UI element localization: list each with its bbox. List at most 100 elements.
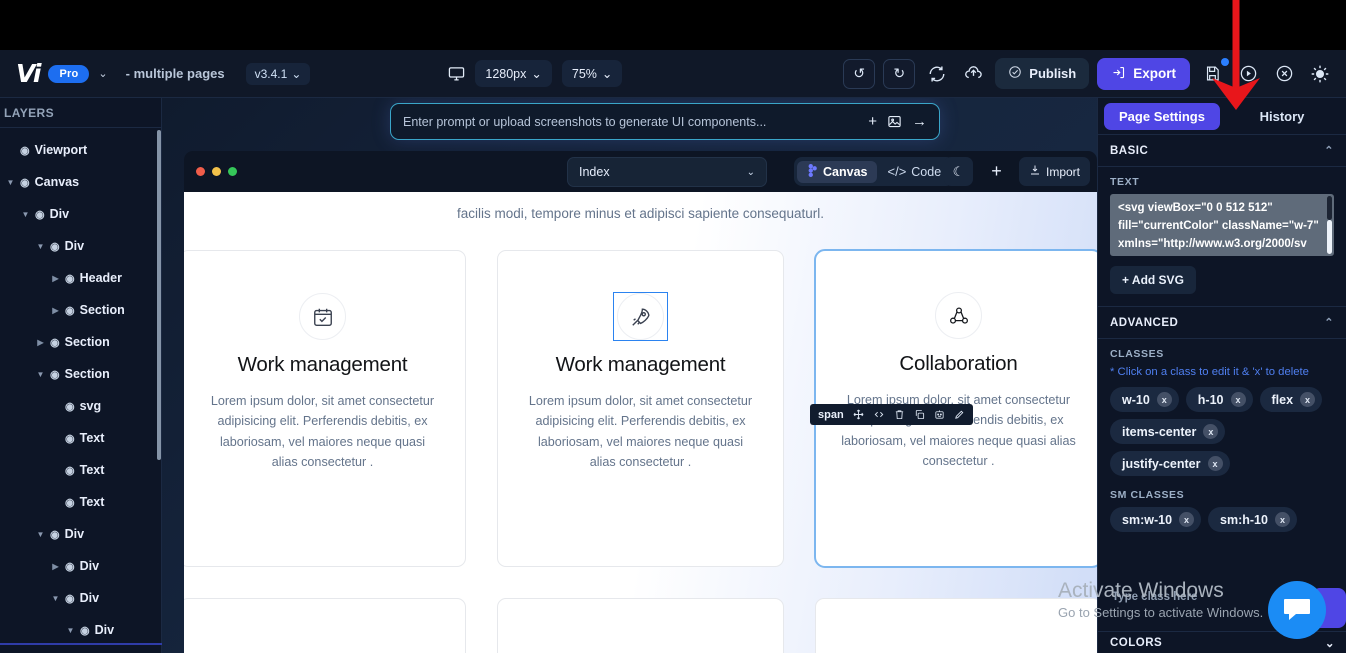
collaboration-icon[interactable] (935, 292, 982, 339)
edit-pencil-icon[interactable] (954, 409, 965, 420)
page-select[interactable]: Index ⌄ (567, 157, 767, 187)
layer-item-div[interactable]: ▼ ◉ Div (0, 518, 161, 550)
layer-item-svg[interactable]: ◉ svg (0, 390, 161, 422)
ai-robot-icon[interactable] (934, 409, 945, 420)
layer-item-text[interactable]: ◉ Text (0, 486, 161, 518)
chevron-down-icon[interactable]: ▼ (36, 242, 45, 251)
eye-icon[interactable]: ◉ (35, 208, 45, 221)
feature-card[interactable]: Work management Lorem ipsum dolor, sit am… (184, 250, 466, 567)
chevron-down-icon[interactable]: ▼ (51, 594, 60, 603)
trash-icon[interactable] (894, 409, 905, 420)
layer-item-div[interactable]: ▼ ◉ Div (0, 198, 161, 230)
section-advanced-header[interactable]: ADVANCED ⌃ (1098, 306, 1346, 339)
chevron-down-icon[interactable]: ⌄ (98, 67, 107, 80)
theme-sun-icon[interactable] (1306, 60, 1334, 88)
layer-item-canvas[interactable]: ▼ ◉ Canvas (0, 166, 161, 198)
eye-icon[interactable]: ◉ (65, 464, 75, 477)
image-icon[interactable] (887, 114, 902, 129)
prompt-input-bar[interactable]: Enter prompt or upload screenshots to ge… (390, 103, 940, 140)
dark-mode-toggle[interactable]: ☾ (944, 157, 973, 186)
chevron-down-icon[interactable]: ▼ (21, 210, 30, 219)
feature-card-placeholder[interactable] (815, 598, 1097, 653)
eye-icon[interactable]: ◉ (65, 496, 75, 509)
feature-card[interactable]: Work management Lorem ipsum dolor, sit am… (497, 250, 784, 567)
feature-card-placeholder[interactable] (184, 598, 466, 653)
copy-icon[interactable] (914, 409, 925, 420)
tab-code[interactable]: </> Code (877, 161, 951, 182)
class-chip[interactable]: w-10 x (1110, 387, 1179, 412)
class-chip[interactable]: justify-center x (1110, 451, 1230, 476)
type-class-input[interactable]: Type class here (1112, 591, 1234, 610)
eye-icon[interactable]: ◉ (50, 240, 60, 253)
class-chip[interactable]: flex x (1259, 387, 1323, 412)
add-svg-button[interactable]: + Add SVG (1110, 266, 1196, 294)
remove-class-icon[interactable]: x (1179, 512, 1195, 527)
layer-item-section[interactable]: ▼ ◉ Section (0, 358, 161, 390)
monitor-icon[interactable] (448, 65, 465, 82)
layer-item-div[interactable]: ▶ ◉ Div (0, 550, 161, 582)
sm-class-chip[interactable]: sm:h-10 x (1208, 507, 1297, 532)
layer-item-div[interactable]: ▼ ◉ Div (0, 230, 161, 262)
minimize-dot[interactable] (212, 167, 221, 176)
maximize-dot[interactable] (228, 167, 237, 176)
eye-icon[interactable]: ◉ (65, 400, 75, 413)
layer-item-div[interactable]: ▼ ◉ Div (0, 582, 161, 614)
layer-item-div[interactable]: ▼ ◉ Div (0, 614, 161, 646)
layer-item-text[interactable]: ◉ Text (0, 454, 161, 486)
class-chip[interactable]: items-center x (1110, 419, 1226, 444)
add-page-button[interactable]: + (982, 157, 1011, 186)
publish-button[interactable]: Publish (995, 58, 1090, 89)
layer-item-section[interactable]: ▶ ◉ Section (0, 294, 161, 326)
rocket-icon[interactable] (613, 292, 668, 341)
feature-card-placeholder[interactable] (497, 598, 784, 653)
remove-class-icon[interactable]: x (1207, 456, 1223, 471)
eye-icon[interactable]: ◉ (80, 624, 90, 637)
layer-item-viewport[interactable]: ◉ Viewport (0, 134, 161, 166)
textarea-scrollbar-track[interactable] (1327, 220, 1332, 254)
close-dot[interactable] (196, 167, 205, 176)
brand-area[interactable]: Vi Pro ⌄ - multiple pages v3.4.1 ⌄ (0, 61, 311, 86)
import-button[interactable]: Import (1019, 157, 1091, 186)
eye-icon[interactable]: ◉ (20, 144, 30, 157)
cloud-upload-icon[interactable] (959, 60, 987, 88)
remove-class-icon[interactable]: x (1230, 392, 1246, 407)
add-plus-icon[interactable]: + (868, 113, 877, 130)
section-basic-header[interactable]: BASIC ⌃ (1098, 134, 1346, 167)
textarea-scrollbar-thumb[interactable] (1327, 196, 1332, 220)
chevron-down-icon[interactable]: ▼ (36, 370, 45, 379)
remove-class-icon[interactable]: x (1274, 512, 1290, 527)
class-chip[interactable]: h-10 x (1185, 387, 1253, 412)
chevron-down-icon[interactable]: ▼ (36, 530, 45, 539)
remove-class-icon[interactable]: x (1300, 392, 1316, 407)
chevron-right-icon[interactable]: ▶ (36, 338, 45, 347)
chevron-right-icon[interactable]: ▶ (51, 306, 60, 315)
tab-canvas[interactable]: Canvas (797, 160, 878, 183)
refresh-icon[interactable] (923, 60, 951, 88)
version-selector[interactable]: v3.4.1 ⌄ (245, 62, 311, 85)
remove-class-icon[interactable]: x (1203, 424, 1219, 439)
move-icon[interactable] (853, 409, 864, 420)
chevron-right-icon[interactable]: ▶ (51, 274, 60, 283)
eye-icon[interactable]: ◉ (65, 432, 75, 445)
eye-icon[interactable]: ◉ (65, 272, 75, 285)
zoom-selector[interactable]: 75% ⌄ (561, 60, 623, 87)
chevron-down-icon[interactable]: ▼ (6, 178, 15, 187)
eye-icon[interactable]: ◉ (65, 304, 75, 317)
layers-scrollbar[interactable] (157, 130, 161, 460)
layer-item-header[interactable]: ▶ ◉ Header (0, 262, 161, 294)
calendar-check-icon[interactable] (299, 293, 346, 340)
viewport-width-selector[interactable]: 1280px ⌄ (475, 60, 552, 87)
code-icon[interactable] (873, 409, 885, 420)
eye-icon[interactable]: ◉ (20, 176, 30, 189)
sm-class-chip[interactable]: sm:w-10 x (1110, 507, 1202, 532)
undo-button[interactable]: ↺ (843, 58, 876, 89)
chevron-down-icon[interactable]: ▼ (66, 626, 75, 635)
redo-button[interactable]: ↻ (883, 58, 916, 89)
eye-icon[interactable]: ◉ (50, 368, 60, 381)
svg-text-textarea[interactable]: <svg viewBox="0 0 512 512" fill="current… (1110, 194, 1334, 256)
remove-class-icon[interactable]: x (1156, 392, 1172, 407)
layers-tree[interactable]: ◉ Viewport ▼ ◉ Canvas ▼ ◉ Div ▼ ◉ Div ▶ ◉ Header ▶ ◉ Sec… (0, 128, 161, 649)
eye-icon[interactable]: ◉ (50, 528, 60, 541)
layer-item-section[interactable]: ▶ ◉ Section (0, 326, 161, 358)
chat-bubble-icon[interactable] (1268, 581, 1326, 639)
